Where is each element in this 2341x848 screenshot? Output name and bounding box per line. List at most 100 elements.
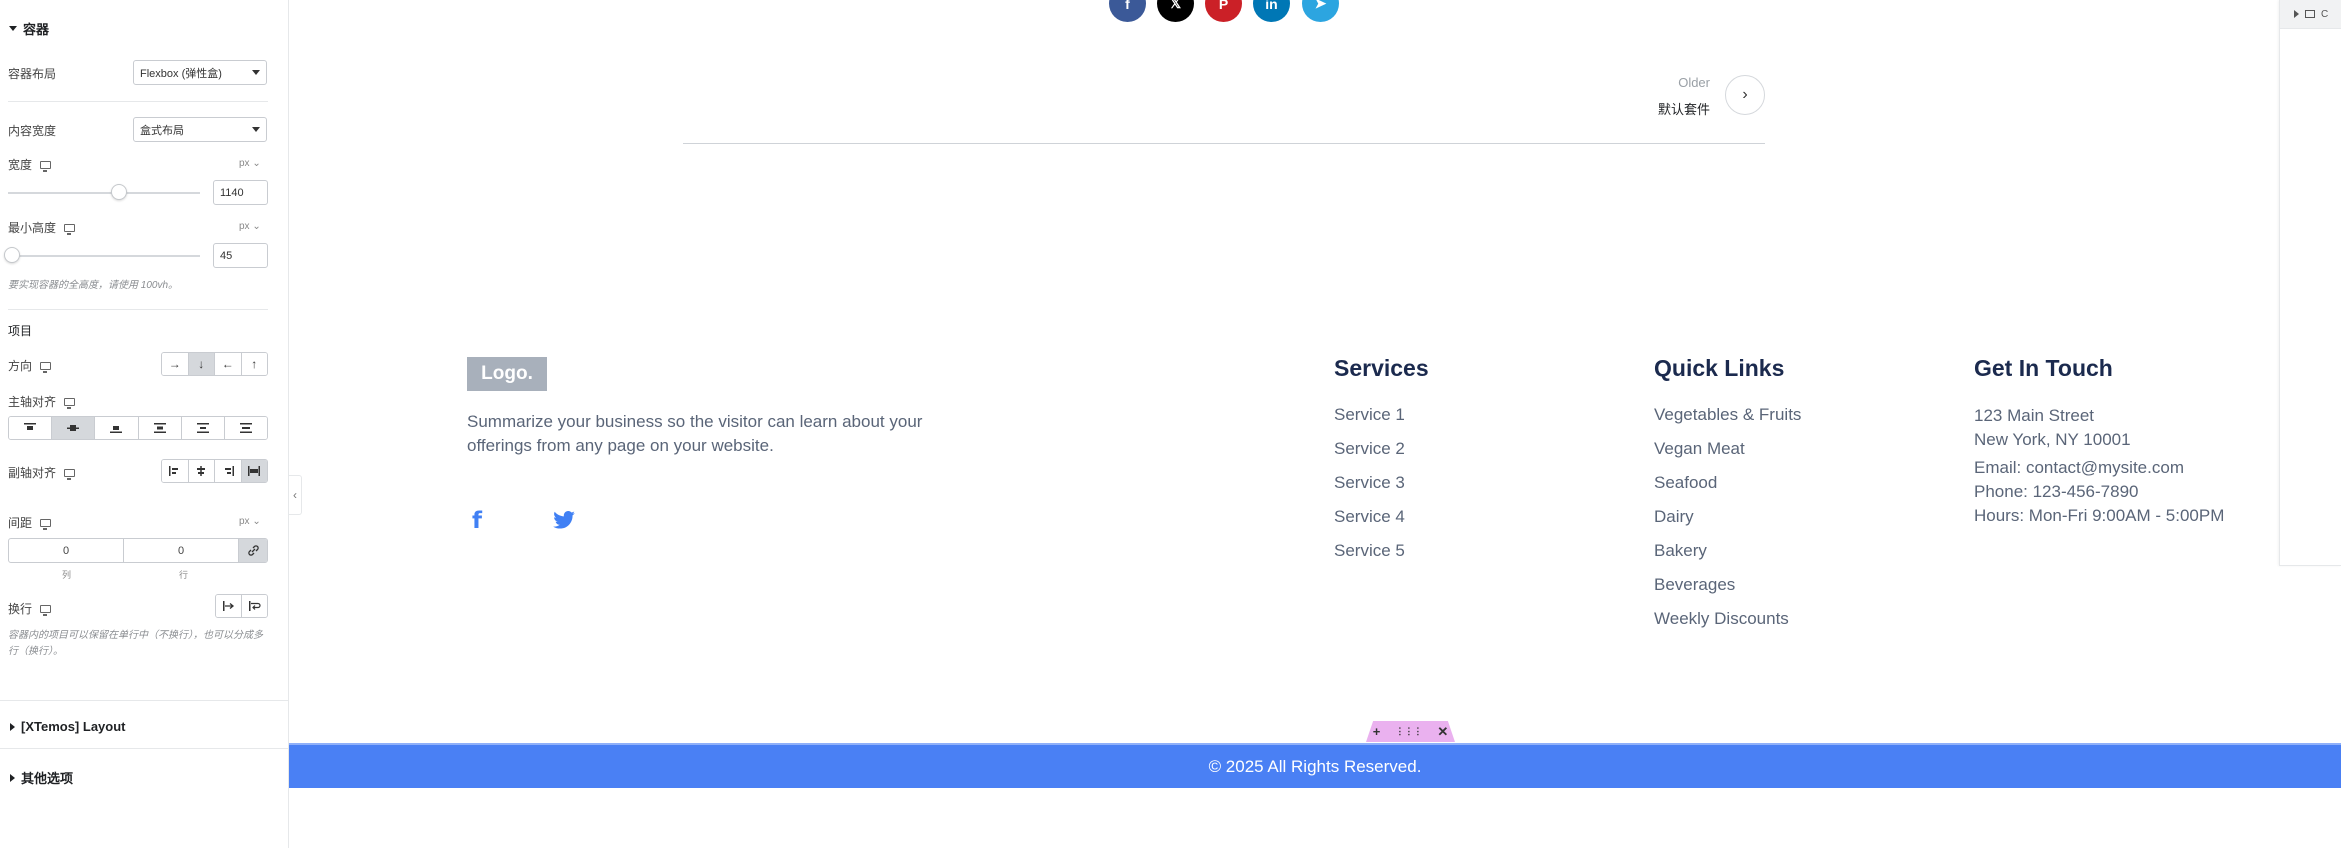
nowrap-button[interactable]	[216, 595, 242, 617]
navigator-panel-header[interactable]: C	[2280, 0, 2341, 29]
width-slider-track[interactable]	[8, 192, 200, 194]
xtemos-layout-section-header[interactable]: [XTemos] Layout	[10, 719, 126, 734]
align-stretch-button[interactable]	[241, 460, 267, 482]
justify-space-between-button[interactable]	[138, 417, 182, 439]
quick-link[interactable]: Dairy	[1654, 506, 1801, 540]
justify-space-around-button[interactable]	[181, 417, 225, 439]
chevron-right-icon: ›	[1742, 86, 1748, 103]
services-link[interactable]: Service 3	[1334, 472, 1405, 506]
min-height-input-value: 45	[220, 249, 233, 262]
contact-phone[interactable]: Phone: 123-456-7890	[1974, 480, 2224, 504]
align-end-icon	[224, 466, 234, 476]
content-width-label-text: 内容宽度	[8, 124, 57, 138]
justify-center-button[interactable]	[52, 417, 96, 439]
services-link[interactable]: Service 2	[1334, 438, 1405, 472]
wrap-hint: 容器内的项目可以保留在单行中（不换行），也可以分成多行（换行）。	[8, 630, 263, 657]
min-height-input[interactable]: 45	[213, 243, 268, 268]
direction-column-button[interactable]: ↓	[188, 353, 215, 375]
older-post-label: Older	[1678, 75, 1710, 90]
justify-center-icon	[67, 425, 80, 431]
caret-right-icon	[2294, 10, 2299, 18]
layout-select[interactable]: Flexbox (弹性盒)	[133, 60, 267, 85]
wrap-icon	[248, 601, 261, 611]
add-element-icon[interactable]: +	[1373, 724, 1381, 739]
telegram-icon[interactable]: ➤	[1302, 0, 1339, 22]
divider	[8, 309, 268, 310]
desktop-icon[interactable]	[64, 468, 76, 480]
linkedin-icon[interactable]: in	[1253, 0, 1290, 22]
container-section-title: 容器	[23, 22, 50, 37]
facebook-icon[interactable]: f	[472, 508, 482, 534]
services-link[interactable]: Service 4	[1334, 506, 1405, 540]
other-options-section-header[interactable]: 其他选项	[10, 768, 73, 787]
justify-label: 主轴对齐	[8, 393, 76, 410]
quick-link[interactable]: Vegetables & Fruits	[1654, 404, 1801, 438]
copyright-text: © 2025 All Rights Reserved.	[1208, 756, 1422, 776]
copyright-bar[interactable]: © 2025 All Rights Reserved.	[289, 743, 2341, 788]
drag-handle-icon[interactable]: ⋮⋮⋮	[1395, 726, 1422, 737]
gap-column-input[interactable]: 0	[9, 539, 124, 562]
post-nav-divider	[683, 143, 1765, 144]
collapse-panel-button[interactable]: ‹	[289, 475, 302, 515]
wrap-label: 换行	[8, 600, 52, 617]
align-label-text: 副轴对齐	[8, 466, 57, 480]
desktop-icon[interactable]	[40, 604, 52, 616]
align-end-button[interactable]	[215, 460, 242, 482]
gap-unit-selector[interactable]: px ⌄	[239, 516, 261, 527]
quick-link[interactable]: Vegan Meat	[1654, 438, 1801, 472]
twitter-icon[interactable]	[553, 511, 575, 529]
services-link[interactable]: Service 5	[1334, 540, 1405, 574]
facebook-icon[interactable]: f	[1109, 0, 1146, 22]
container-section-header[interactable]: 容器	[9, 19, 49, 38]
min-height-slider-track[interactable]	[8, 255, 200, 257]
direction-column-reverse-button[interactable]: ↑	[241, 353, 267, 375]
caret-down-icon	[9, 26, 17, 31]
footer-logo[interactable]: Logo.	[467, 357, 547, 391]
quick-link[interactable]: Beverages	[1654, 574, 1801, 608]
content-width-select-value: 盒式布局	[140, 124, 184, 137]
min-height-unit-selector[interactable]: px ⌄	[239, 221, 261, 232]
width-input[interactable]: 1140	[213, 180, 268, 205]
desktop-icon[interactable]	[64, 397, 76, 409]
gap-row-input[interactable]: 0	[124, 539, 239, 562]
chevron-down-icon	[252, 70, 260, 75]
quick-link[interactable]: Seafood	[1654, 472, 1801, 506]
justify-space-between-icon	[153, 423, 166, 433]
desktop-icon[interactable]	[40, 361, 52, 373]
wrap-button[interactable]	[242, 595, 267, 617]
desktop-icon[interactable]	[40, 518, 52, 530]
direction-button-group: → ↓ ← ↑	[161, 352, 268, 376]
services-title: Services	[1334, 355, 1429, 381]
min-height-slider-handle[interactable]	[4, 247, 20, 263]
layout-label-text: 容器布局	[8, 67, 57, 81]
desktop-icon[interactable]	[64, 223, 76, 235]
width-unit-selector[interactable]: px ⌄	[239, 158, 261, 169]
justify-start-button[interactable]	[9, 417, 53, 439]
desktop-icon[interactable]	[40, 160, 52, 172]
contact-email[interactable]: Email: contact@mysite.com	[1974, 456, 2224, 480]
direction-row-button[interactable]: →	[162, 353, 189, 375]
quick-link[interactable]: Weekly Discounts	[1654, 608, 1801, 642]
align-button-group	[161, 459, 268, 483]
link-values-button[interactable]	[239, 539, 267, 562]
older-post-title[interactable]: 默认套件	[1630, 99, 1710, 118]
justify-space-evenly-button[interactable]	[224, 417, 267, 439]
x-icon[interactable]: 𝕏	[1157, 0, 1194, 22]
navigator-item-label: C	[2321, 8, 2329, 20]
close-icon[interactable]: ✕	[1437, 724, 1448, 740]
quick-link[interactable]: Bakery	[1654, 540, 1801, 574]
justify-end-button[interactable]	[95, 417, 139, 439]
width-input-value: 1140	[220, 186, 244, 199]
pinterest-icon[interactable]: P	[1205, 0, 1242, 22]
align-start-button[interactable]	[162, 460, 189, 482]
width-label-text: 宽度	[8, 158, 33, 172]
direction-row-reverse-button[interactable]: ←	[215, 353, 242, 375]
justify-button-group	[8, 416, 268, 440]
align-center-button[interactable]	[188, 460, 215, 482]
older-post-button[interactable]: ›	[1725, 75, 1765, 115]
content-width-select[interactable]: 盒式布局	[133, 117, 267, 142]
services-link[interactable]: Service 1	[1334, 404, 1405, 438]
width-unit: px	[239, 158, 250, 169]
width-slider-handle[interactable]	[111, 184, 127, 200]
justify-start-icon	[24, 423, 37, 430]
